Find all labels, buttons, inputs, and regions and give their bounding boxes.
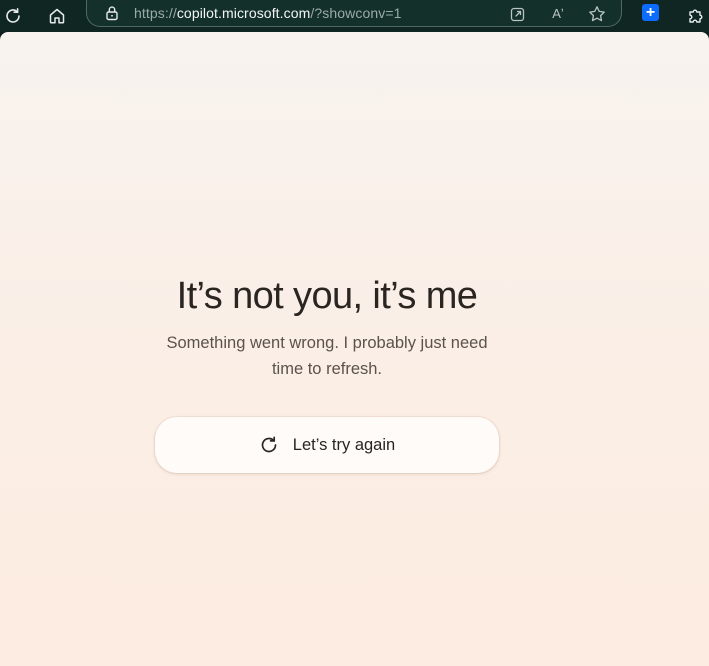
error-message: Something went wrong. I probably just ne… (166, 334, 488, 378)
retry-icon (259, 435, 279, 455)
page-content: It’s not you, it’s me Something went wro… (0, 32, 709, 666)
url-host: copilot.microsoft.com (176, 5, 311, 21)
url-path: /?showconv=1 (310, 5, 402, 21)
open-in-app-icon[interactable] (507, 4, 527, 24)
extension-icon[interactable]: + (642, 4, 659, 21)
home-icon (49, 8, 65, 24)
star-icon[interactable] (587, 4, 607, 24)
url-text[interactable]: https://copilot.microsoft.com/?showconv=… (134, 5, 402, 21)
retry-button[interactable]: Let’s try again (155, 417, 499, 473)
error-title: It’s not you, it’s me (176, 275, 478, 317)
address-bar[interactable]: https://copilot.microsoft.com/?showconv=… (86, 0, 622, 27)
refresh-icon (6, 8, 20, 23)
puzzle-icon (689, 9, 703, 23)
home-button[interactable] (44, 3, 70, 29)
retry-button-label: Let’s try again (292, 435, 396, 454)
lock-icon[interactable] (105, 5, 119, 26)
browser-toolbar: https://copilot.microsoft.com/?showconv=… (0, 0, 709, 32)
refresh-button[interactable] (0, 3, 26, 29)
extensions-button[interactable] (683, 3, 709, 29)
url-scheme: https:// (134, 5, 177, 21)
read-aloud-icon[interactable]: Aʼ (548, 4, 568, 24)
